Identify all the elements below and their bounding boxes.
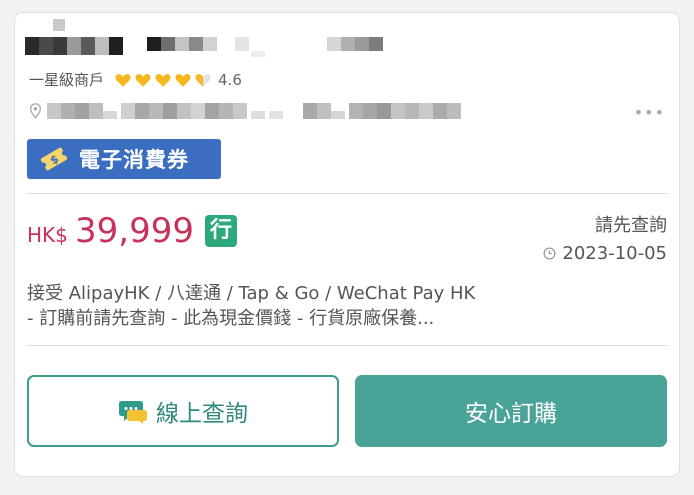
online-inquiry-label: 線上查詢 [156,401,248,427]
heart-icon [155,73,171,87]
rating-hearts [114,71,212,89]
e-voucher-label: 電子消費券 [79,148,189,172]
divider [27,193,667,194]
heart-icon [135,73,151,87]
merchant-level: 一星級商戶 [29,71,105,89]
online-inquiry-button[interactable]: 線上查詢 [27,375,339,447]
secure-order-label: 安心訂購 [465,401,557,427]
product-card[interactable]: 一星級商戶 4.6 ••• $ 電子消費券 HK$ 39,999 行 請先查詢 … [14,12,680,477]
chat-bubble-icon [119,401,147,424]
rating-score: 4.6 [218,70,242,89]
rating-row: 一星級商戶 4.6 [29,69,242,90]
secure-order-button[interactable]: 安心訂購 [355,375,667,447]
clock-icon [543,247,556,260]
price-currency: HK$ [27,223,68,247]
product-description: 接受 AlipayHK / 八達通 / Tap & Go / WeChat Pa… [27,281,667,331]
description-line-1: 接受 AlipayHK / 八達通 / Tap & Go / WeChat Pa… [27,283,476,304]
divider [27,345,667,346]
inquire-first-text: 請先查詢 [595,215,667,236]
address-row: ••• [29,101,665,122]
price-row: HK$ 39,999 行 請先查詢 2023-10-05 [27,207,667,277]
heart-icon [175,73,191,87]
half-heart-icon [195,73,211,87]
e-voucher-badge: $ 電子消費券 [27,139,221,179]
date-text: 2023-10-05 [562,243,667,264]
more-horizontal-icon[interactable]: ••• [634,103,665,122]
price-amount: 39,999 [75,211,194,251]
voucher-tag-icon: $ [40,147,68,171]
location-pin-icon [29,103,42,119]
description-line-2: - 訂購前請先查詢 - 此為現金價錢 - 行貨原廠保養... [27,308,435,329]
heart-icon [115,73,131,87]
parallel-goods-badge: 行 [205,215,237,247]
posted-date: 2023-10-05 [543,243,667,264]
